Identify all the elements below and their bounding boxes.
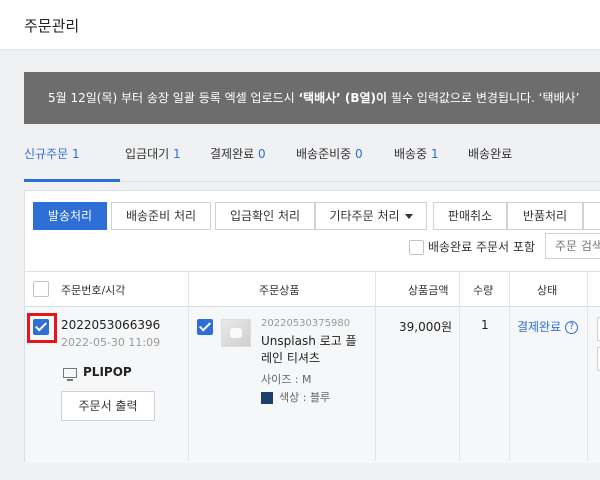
column-divider <box>459 271 460 461</box>
deposit-confirm-button[interactable]: 입금확인 처리 <box>215 202 315 230</box>
tab-preparing-shipment[interactable]: 배송준비중 0 <box>296 145 363 162</box>
column-divider <box>188 271 189 461</box>
product-size: 사이즈 : M <box>261 373 312 386</box>
product-name[interactable]: Unsplash 로고 플레인 티셔츠 <box>261 333 361 367</box>
cancel-sale-button[interactable]: 판매취소 <box>433 202 507 230</box>
header-status: 상태 <box>537 284 558 297</box>
column-divider <box>509 271 510 461</box>
select-all-checkbox[interactable] <box>33 281 49 297</box>
order-status-tabs: 신규주문 1 입금대기 1 결제완료 0 배송준비중 0 배송중 1 배송완료 <box>24 124 600 182</box>
header-quantity: 수량 <box>473 284 494 297</box>
color-swatch <box>261 392 273 404</box>
help-icon[interactable]: ? <box>565 321 579 334</box>
product-checkbox[interactable] <box>197 319 213 335</box>
include-delivered-label: 배송완료 주문서 포함 <box>428 240 535 254</box>
order-number: 2022053066396 <box>61 318 161 332</box>
notice-text: 5월 12일(목) 부터 송장 일괄 등록 엑셀 업로드시 <box>48 91 299 105</box>
product-thumbnail[interactable] <box>221 319 251 347</box>
notice-banner: 5월 12일(목) 부터 송장 일괄 등록 엑셀 업로드시 ‘택배사’ (B열)… <box>24 72 600 124</box>
order-status[interactable]: 결제완료? <box>517 318 579 335</box>
return-process-button[interactable]: 반품처리 <box>507 202 583 230</box>
notice-bold-text: ‘택배사’ (B열)이 <box>298 91 388 105</box>
chevron-down-icon <box>404 214 413 219</box>
include-delivered-option[interactable]: 배송완료 주문서 포함 <box>409 238 535 255</box>
other-order-dropdown[interactable]: 기타주문 처리 <box>315 202 427 230</box>
ship-process-button[interactable]: 발송처리 <box>33 202 107 230</box>
tab-new-order[interactable]: 신규주문 1 <box>24 145 80 162</box>
header-order-number: 주문번호/시각 <box>61 284 126 297</box>
column-divider <box>375 271 376 461</box>
header-product: 주문상품 <box>259 284 300 297</box>
product-id: 20220530375980 <box>261 318 351 329</box>
tab-in-shipping[interactable]: 배송중 1 <box>394 145 439 162</box>
order-platform: PLIPOP <box>63 365 132 381</box>
top-bar: 주문관리 <box>0 0 600 50</box>
prepare-process-button[interactable]: 배송준비 처리 <box>111 202 211 230</box>
product-color: 색상 : 블루 <box>261 389 330 405</box>
more-button[interactable] <box>583 202 600 230</box>
active-tab-indicator <box>24 179 120 182</box>
product-price: 39,000원 <box>399 320 453 334</box>
order-panel: 발송처리 배송준비 처리 입금확인 처리 기타주문 처리 판매취소 반품처리 배… <box>24 190 600 463</box>
table-row: 2022053066396 2022-05-30 11:09 PLIPOP 주문… <box>25 307 600 463</box>
include-delivered-checkbox[interactable] <box>409 240 424 255</box>
column-divider <box>587 271 588 461</box>
highlight-box <box>27 313 57 343</box>
monitor-icon <box>63 367 77 381</box>
order-datetime: 2022-05-30 11:09 <box>61 336 161 349</box>
tab-awaiting-deposit[interactable]: 입금대기 1 <box>125 145 181 162</box>
header-price: 상품금액 <box>408 284 449 297</box>
tab-delivered[interactable]: 배송완료 <box>468 145 512 162</box>
product-quantity: 1 <box>481 318 489 332</box>
order-row-checkbox[interactable] <box>27 313 57 343</box>
notice-text-end: 필수 입력값으로 변경됩니다. ‘택배사’ <box>387 91 580 105</box>
page-title: 주문관리 <box>24 17 80 35</box>
tab-payment-complete[interactable]: 결제완료 0 <box>210 145 266 162</box>
order-search-input[interactable] <box>545 233 600 259</box>
print-order-button[interactable]: 주문서 출력 <box>61 391 155 421</box>
table-header: 주문번호/시각 주문상품 상품금액 수량 상태 <box>25 271 600 307</box>
